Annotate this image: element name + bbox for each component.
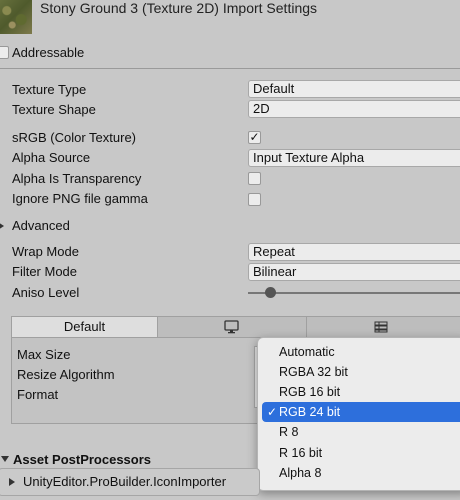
aniso-level-label: Aniso Level <box>12 285 80 300</box>
wrap-mode-dropdown[interactable]: Repeat <box>248 243 460 261</box>
format-option-rgba32[interactable]: RGBA 32 bit <box>258 362 460 382</box>
tab-other-platform[interactable] <box>306 316 460 338</box>
format-option-label: RGB 24 bit <box>279 405 341 419</box>
tab-default[interactable]: Default <box>11 316 158 338</box>
format-option-r8[interactable]: R 8 <box>258 422 460 442</box>
format-option-rgb24[interactable]: ✓ RGB 24 bit <box>262 402 460 422</box>
tab-standalone[interactable] <box>157 316 307 338</box>
monitor-icon <box>224 320 239 334</box>
advanced-foldout-icon[interactable] <box>0 222 4 230</box>
check-icon: ✓ <box>267 405 278 419</box>
expand-icon[interactable] <box>9 478 15 486</box>
wrap-mode-label: Wrap Mode <box>12 244 79 259</box>
texture-type-dropdown[interactable]: Default <box>248 80 460 98</box>
grid-icon <box>374 321 388 333</box>
alpha-source-label: Alpha Source <box>12 150 91 165</box>
alpha-source-dropdown[interactable]: Input Texture Alpha <box>248 149 460 167</box>
postprocessor-item[interactable]: UnityEditor.ProBuilder.IconImporter <box>0 468 260 496</box>
divider <box>0 68 460 69</box>
postprocessor-item-label: UnityEditor.ProBuilder.IconImporter <box>23 474 227 489</box>
ignore-png-gamma-label: Ignore PNG file gamma <box>12 191 148 206</box>
addressable-checkbox[interactable] <box>0 46 9 59</box>
postprocessors-title[interactable]: Asset PostProcessors <box>13 452 151 467</box>
filter-mode-dropdown[interactable]: Bilinear <box>248 263 460 281</box>
texture-shape-label: Texture Shape <box>12 102 96 117</box>
format-option-alpha8[interactable]: Alpha 8 <box>258 463 460 483</box>
page-title: Stony Ground 3 (Texture 2D) Import Setti… <box>40 0 318 16</box>
texture-shape-dropdown[interactable]: 2D <box>248 100 460 118</box>
texture-thumbnail <box>0 0 32 34</box>
texture-type-label: Texture Type <box>12 82 87 97</box>
postprocessors-foldout-icon[interactable] <box>1 456 9 462</box>
filter-mode-label: Filter Mode <box>12 264 78 279</box>
alpha-is-transparency-label: Alpha Is Transparency <box>12 171 142 186</box>
aniso-level-slider-handle[interactable] <box>265 287 276 298</box>
max-size-label: Max Size <box>17 347 71 362</box>
srgb-checkbox[interactable]: ✓ <box>248 131 261 144</box>
addressable-label: Addressable <box>12 45 85 60</box>
format-option-r16[interactable]: R 16 bit <box>258 443 460 463</box>
ignore-png-gamma-checkbox[interactable] <box>248 193 261 206</box>
resize-algorithm-label: Resize Algorithm <box>17 367 115 382</box>
alpha-is-transparency-checkbox[interactable] <box>248 172 261 185</box>
aniso-level-slider-track[interactable] <box>248 292 460 294</box>
format-dropdown-menu[interactable]: Automatic RGBA 32 bit RGB 16 bit ✓ RGB 2… <box>257 337 460 491</box>
format-option-rgb16[interactable]: RGB 16 bit <box>258 382 460 402</box>
format-option-automatic[interactable]: Automatic <box>258 342 460 362</box>
srgb-label: sRGB (Color Texture) <box>12 130 137 145</box>
format-label: Format <box>17 387 59 402</box>
advanced-foldout-label[interactable]: Advanced <box>12 218 70 233</box>
